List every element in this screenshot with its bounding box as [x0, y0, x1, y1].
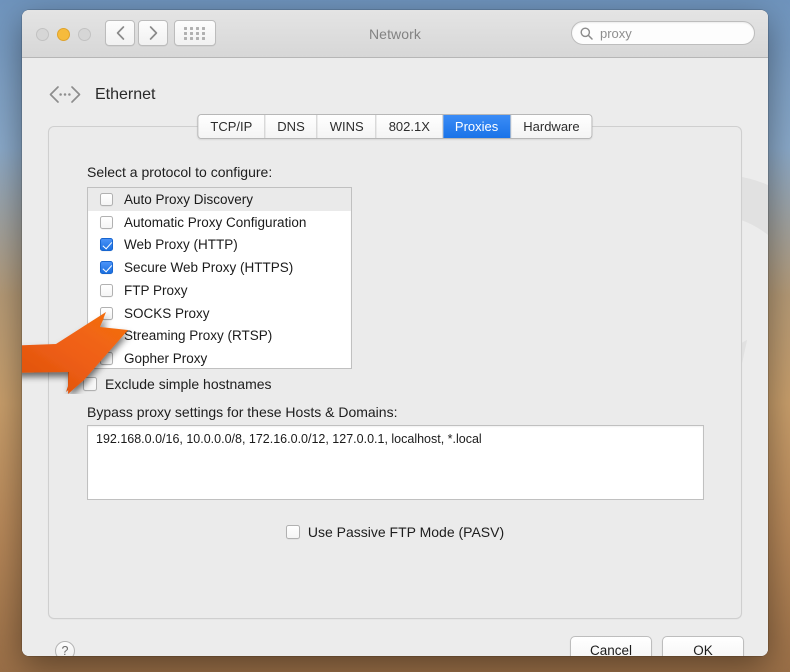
checkbox-secure-web-proxy-https[interactable]: [100, 261, 113, 275]
proxies-sheet: PC sk.com Ethernet TCP/I: [22, 58, 768, 656]
list-item-label: Automatic Proxy Configuration: [124, 214, 307, 230]
network-preferences-window: Network ✕ PC sk.com: [22, 10, 768, 656]
help-button[interactable]: ?: [55, 641, 75, 656]
passive-ftp-row[interactable]: Use Passive FTP Mode (PASV): [49, 524, 741, 540]
exclude-simple-hostnames-label: Exclude simple hostnames: [105, 376, 272, 392]
list-item[interactable]: FTP Proxy: [88, 279, 351, 302]
checkbox-exclude-simple-hostnames[interactable]: [83, 377, 97, 391]
checkbox-socks-proxy[interactable]: [100, 306, 113, 320]
checkbox-streaming-proxy-rtsp[interactable]: [100, 329, 113, 343]
tab-dns[interactable]: DNS: [265, 115, 318, 138]
list-item[interactable]: Gopher Proxy: [88, 347, 351, 368]
checkbox-gopher-proxy[interactable]: [100, 352, 113, 366]
search-input[interactable]: [593, 25, 768, 41]
ok-button[interactable]: OK: [662, 636, 744, 656]
search-icon: [580, 27, 593, 40]
tab-wins[interactable]: WINS: [317, 115, 377, 138]
tab-proxies[interactable]: Proxies: [442, 115, 512, 138]
list-item-label: FTP Proxy: [124, 282, 188, 298]
checkbox-auto-proxy-discovery[interactable]: [100, 192, 113, 206]
exclude-simple-hostnames-row[interactable]: Exclude simple hostnames: [83, 376, 272, 392]
service-name: Ethernet: [95, 85, 156, 103]
tab-bar: TCP/IP DNS WINS 802.1X Proxies Hardware: [197, 114, 593, 139]
passive-ftp-label: Use Passive FTP Mode (PASV): [307, 524, 505, 540]
list-item[interactable]: Streaming Proxy (RTSP): [88, 325, 351, 348]
list-item-label: Auto Proxy Discovery: [124, 191, 254, 207]
cancel-button[interactable]: Cancel: [570, 636, 652, 656]
bypass-field-label: Bypass proxy settings for these Hosts & …: [87, 404, 398, 420]
list-item[interactable]: Auto Proxy Discovery: [88, 188, 351, 211]
tab-hardware[interactable]: Hardware: [511, 115, 592, 138]
search-field[interactable]: ✕: [571, 21, 768, 45]
list-item[interactable]: Automatic Proxy Configuration: [88, 211, 351, 234]
list-item-label: Streaming Proxy (RTSP): [124, 328, 273, 344]
list-item[interactable]: Web Proxy (HTTP): [88, 234, 351, 257]
service-header: Ethernet: [48, 85, 155, 104]
list-item-label: SOCKS Proxy: [124, 305, 210, 321]
list-item[interactable]: SOCKS Proxy: [88, 302, 351, 325]
checkbox-web-proxy-http[interactable]: [100, 238, 113, 252]
list-item-label: Secure Web Proxy (HTTPS): [124, 260, 294, 276]
bypass-hosts-textarea[interactable]: 192.168.0.0/16, 10.0.0.0/8, 172.16.0.0/1…: [87, 425, 704, 500]
list-item[interactable]: Secure Web Proxy (HTTPS): [88, 256, 351, 279]
protocol-list-label: Select a protocol to configure:: [87, 164, 273, 180]
ethernet-icon: [48, 85, 82, 104]
checkbox-ftp-proxy[interactable]: [100, 283, 113, 297]
checkbox-automatic-proxy-configuration[interactable]: [100, 215, 113, 229]
window-titlebar: Network ✕: [22, 10, 768, 58]
settings-panel: TCP/IP DNS WINS 802.1X Proxies Hardware …: [48, 114, 742, 619]
desktop-background: Network ✕ PC sk.com: [0, 0, 790, 672]
checkbox-use-passive-ftp-mode[interactable]: [285, 525, 300, 539]
list-item-label: Web Proxy (HTTP): [124, 237, 238, 253]
protocol-list[interactable]: Auto Proxy Discovery Automatic Proxy Con…: [87, 187, 352, 369]
tab-8021x[interactable]: 802.1X: [376, 115, 443, 138]
tab-tcpip[interactable]: TCP/IP: [198, 115, 266, 138]
list-item-label: Gopher Proxy: [124, 351, 208, 367]
